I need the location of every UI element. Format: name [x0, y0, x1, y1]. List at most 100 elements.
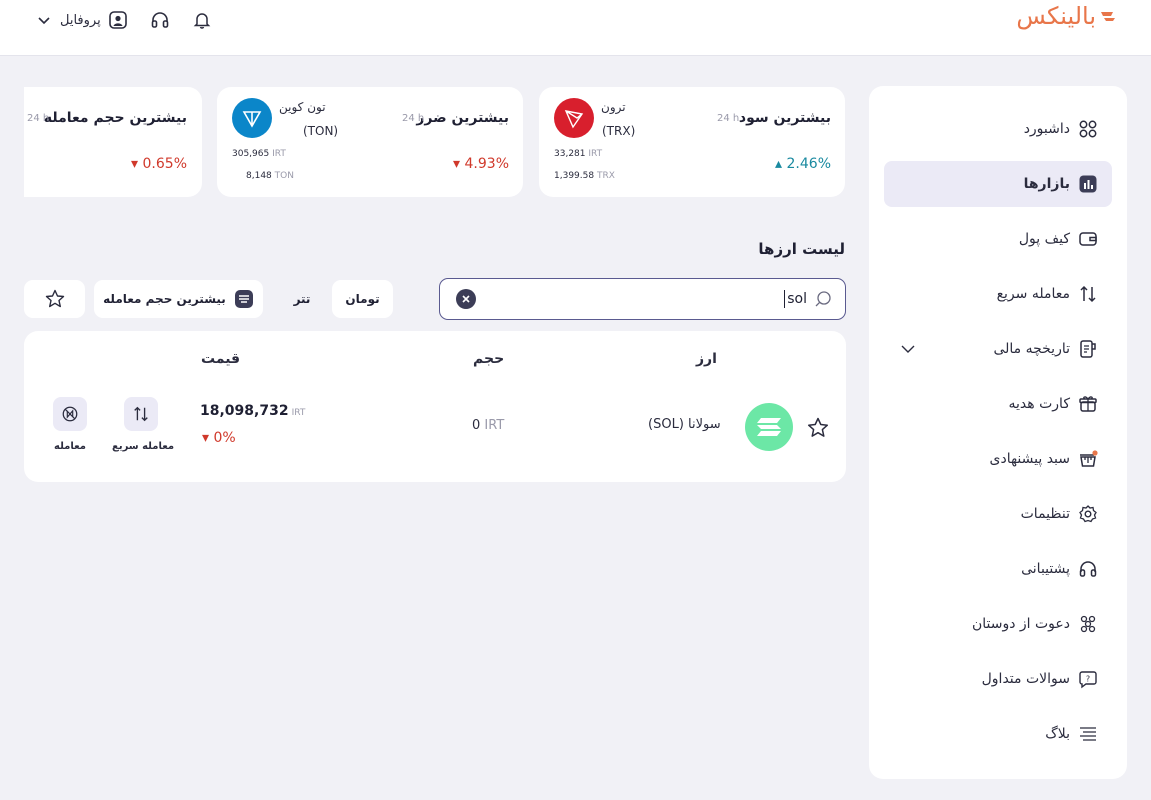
- sidebar-item-markets[interactable]: بازارها: [884, 161, 1112, 207]
- quick-trade-button[interactable]: [124, 397, 158, 431]
- profile-label: پروفایل: [60, 12, 101, 28]
- filter-label: تتر: [293, 292, 311, 306]
- column-header-volume: حجم: [473, 351, 505, 367]
- sidebar-item-support[interactable]: پشتیبانی: [884, 546, 1112, 592]
- sort-icon: [234, 289, 254, 309]
- sidebar-item-suggested-basket[interactable]: سبد پیشنهادی: [884, 436, 1112, 482]
- sidebar-item-label: سبد پیشنهادی: [989, 451, 1071, 467]
- period-label: 24 h: [27, 113, 50, 124]
- sidebar-item-gift-card[interactable]: کارت هدیه: [884, 381, 1112, 427]
- profile-menu[interactable]: پروفایل: [36, 9, 129, 31]
- logo[interactable]: بالینکس: [1016, 2, 1117, 30]
- star-icon: [45, 289, 64, 308]
- trade-button[interactable]: [53, 397, 87, 431]
- sort-dropdown[interactable]: بیشترین حجم معامله: [94, 280, 263, 318]
- tron-logo-icon: [554, 98, 594, 138]
- favorites-filter-button[interactable]: [24, 280, 85, 318]
- gift-icon: [1078, 394, 1098, 414]
- chart-icon: [1078, 174, 1098, 194]
- search-value: sol: [784, 290, 807, 308]
- sidebar: داشبورد بازارها کیف پول معامله سریع تاری…: [869, 86, 1127, 779]
- filter-toman-button[interactable]: تومان: [332, 280, 393, 318]
- coin-price: 18,098,732 IRT: [200, 403, 306, 419]
- column-header-currency: ارز: [696, 351, 717, 367]
- filter-tether-button[interactable]: تتر: [278, 280, 326, 318]
- quick-trade-label: معامله سریع: [112, 441, 175, 452]
- sidebar-item-label: بلاگ: [1045, 726, 1070, 742]
- sidebar-item-label: سوالات متداول: [981, 671, 1070, 687]
- sidebar-item-label: تاریخچه مالی: [993, 341, 1070, 357]
- sidebar-item-label: کارت هدیه: [1008, 396, 1070, 412]
- filter-label: تومان: [345, 292, 380, 306]
- sidebar-item-label: پشتیبانی: [1021, 561, 1070, 577]
- chevron-down-icon: [38, 17, 50, 25]
- sidebar-item-blog[interactable]: بلاگ: [884, 711, 1112, 757]
- coin-change: ▾ 0%: [202, 430, 236, 446]
- solana-logo-icon: [745, 403, 793, 451]
- sidebar-item-wallet[interactable]: کیف پول: [884, 216, 1112, 262]
- sidebar-item-label: داشبورد: [1023, 121, 1070, 137]
- basket-icon: [1078, 449, 1098, 469]
- sidebar-item-label: بازارها: [1023, 176, 1070, 192]
- gear-icon: [1078, 504, 1098, 524]
- sort-label: بیشترین حجم معامله: [103, 292, 226, 306]
- sidebar-item-dashboard[interactable]: داشبورد: [884, 106, 1112, 152]
- users-icon: [1078, 614, 1098, 634]
- search-input[interactable]: sol: [439, 278, 846, 320]
- trade-disabled-icon: [62, 406, 78, 422]
- stat-card-title: بیشترین ضرر: [416, 110, 509, 126]
- sidebar-item-financial-history[interactable]: تاریخچه مالی: [884, 326, 1112, 372]
- currency-list-title: لیست ارزها: [758, 240, 845, 258]
- logo-mark-icon: [1101, 12, 1115, 21]
- period-label: 24 h: [402, 113, 425, 124]
- stat-card-top-loser[interactable]: بیشترین ضرر 24 h ▾ 4.93% تون کوین (TON) …: [217, 87, 523, 197]
- favorite-star-icon[interactable]: [806, 416, 830, 440]
- user-icon: [107, 9, 129, 31]
- top-header: بالینکس پروفایل: [0, 0, 1151, 56]
- stat-card-top-volume[interactable]: بیشترین حجم معامله 24 h ▾ 0.65%: [24, 87, 202, 197]
- change-percent: ▾ 4.93%: [453, 156, 509, 172]
- search-icon: [815, 291, 831, 307]
- coin-symbol: (TRX): [602, 124, 636, 138]
- stat-card-top-gainer[interactable]: بیشترین سود 24 h ▴ 2.46% ترون (TRX) 33,2…: [539, 87, 845, 197]
- change-percent: ▴ 2.46%: [775, 156, 831, 172]
- logo-text: بالینکس: [1016, 2, 1097, 30]
- sidebar-item-label: معامله سریع: [996, 286, 1070, 302]
- period-label: 24 h: [717, 113, 740, 124]
- coin-amount: 8,148 TON: [246, 171, 294, 181]
- ton-logo-icon: [232, 98, 272, 138]
- coin-volume: 0 IRT: [472, 418, 505, 433]
- sidebar-item-invite-friends[interactable]: دعوت از دوستان: [884, 601, 1112, 647]
- menu-lines-icon: [1078, 724, 1098, 744]
- coin-amount: 1,399.58 TRX: [554, 171, 615, 181]
- change-percent: ▾ 0.65%: [131, 156, 187, 172]
- dashboard-icon: [1078, 119, 1098, 139]
- headset-icon[interactable]: [149, 9, 171, 31]
- column-header-price: قیمت: [201, 351, 241, 367]
- coin-price: 305,965 IRT: [232, 149, 286, 159]
- sidebar-item-quick-trade[interactable]: معامله سریع: [884, 271, 1112, 317]
- swap-icon: [1078, 284, 1098, 304]
- sidebar-item-settings[interactable]: تنظیمات: [884, 491, 1112, 537]
- currency-table: ارز حجم قیمت سولانا (SOL) 0 IRT 18,098,7…: [24, 331, 846, 482]
- history-icon: [1078, 339, 1098, 359]
- coin-symbol: (TON): [303, 124, 339, 138]
- stat-card-title: بیشترین حجم معامله: [43, 110, 187, 126]
- bell-icon[interactable]: [191, 9, 213, 31]
- header-actions: پروفایل: [36, 8, 213, 32]
- sidebar-item-faq[interactable]: سوالات متداول ?: [884, 656, 1112, 702]
- headset-icon: [1078, 559, 1098, 579]
- coin-name: ترون: [601, 100, 626, 114]
- clear-search-icon[interactable]: [456, 289, 476, 309]
- coin-price: 33,281 IRT: [554, 149, 603, 159]
- stat-card-title: بیشترین سود: [738, 110, 831, 126]
- coin-name: تون کوین: [279, 100, 326, 114]
- coin-name: سولانا (SOL): [648, 417, 721, 432]
- svg-text:?: ?: [1086, 675, 1090, 684]
- sidebar-item-label: کیف پول: [1018, 231, 1070, 247]
- chevron-down-icon[interactable]: [900, 341, 916, 357]
- question-icon: ?: [1078, 669, 1098, 689]
- sidebar-item-label: تنظیمات: [1020, 506, 1070, 522]
- sidebar-item-label: دعوت از دوستان: [971, 616, 1070, 632]
- trade-label: معامله: [54, 441, 86, 452]
